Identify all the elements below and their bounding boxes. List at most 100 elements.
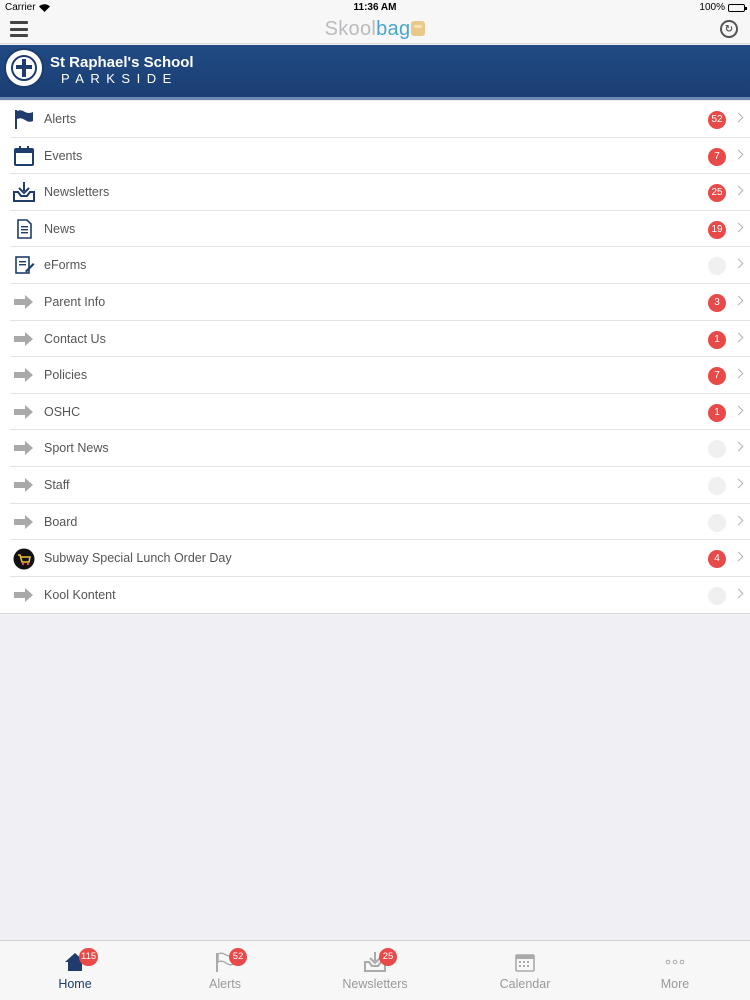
nav-bar: Skoolbag ↻ [0, 16, 750, 44]
inbox-download-icon [13, 182, 35, 203]
tab-label: More [660, 977, 690, 991]
battery-indicator: 100% [699, 2, 747, 13]
school-header: St Raphael's School PARKSIDE [0, 45, 750, 100]
list-item-label: Subway Special Lunch Order Day [44, 551, 232, 566]
list-item[interactable]: OSHC 1 [0, 394, 750, 431]
list-item[interactable]: eForms [0, 247, 750, 284]
chevron-right-icon [733, 515, 744, 525]
list-item[interactable]: Staff [0, 467, 750, 504]
list-item[interactable]: Newsletters 25 [0, 174, 750, 211]
battery-icon [728, 3, 747, 12]
school-crest-icon [4, 48, 44, 88]
list-item-label: Alerts [44, 112, 76, 126]
list-item-label: Staff [44, 477, 70, 492]
tab-more[interactable]: More [600, 941, 750, 1000]
tab-home[interactable]: 115 Home [0, 941, 150, 1000]
chevron-right-icon [733, 258, 744, 269]
list-item-label: Kool Kontent [44, 587, 116, 602]
tab-label: Home [58, 977, 92, 991]
list-item-label: Newsletters [44, 185, 110, 200]
tab-label: Newsletters [342, 977, 408, 991]
document-icon [13, 218, 35, 239]
menu-list: Alerts 52 Events 7 Newsletters 25 News 19 eForms… [0, 101, 750, 615]
arrow-icon [13, 365, 35, 385]
list-item[interactable]: Contact Us 1 [0, 321, 750, 358]
chevron-right-icon [733, 112, 744, 123]
battery-percent: 100% [699, 2, 725, 13]
arrow-icon [13, 585, 35, 605]
list-item[interactable]: Board [0, 504, 750, 541]
count-badge [708, 257, 726, 276]
calendar-icon [13, 145, 35, 166]
shopping-cart-icon [13, 548, 35, 570]
list-item-label: Parent Info [44, 294, 106, 309]
tab-badge: 115 [79, 948, 99, 966]
arrow-icon [13, 329, 35, 349]
chevron-right-icon [733, 332, 744, 343]
bag-icon [411, 21, 426, 36]
count-badge [708, 440, 726, 459]
count-badge: 1 [708, 330, 726, 349]
arrow-icon [13, 512, 35, 532]
tab-badge: 52 [229, 948, 247, 966]
status-bar: Carrier 11:36 AM 100% [0, 0, 750, 16]
sync-icon[interactable]: ↻ [720, 20, 738, 38]
list-item[interactable]: Sport News [0, 430, 750, 467]
chevron-right-icon [733, 478, 744, 489]
arrow-icon [13, 402, 35, 422]
chevron-right-icon [733, 295, 744, 306]
calendar-icon [514, 952, 536, 972]
form-icon [13, 255, 35, 275]
count-badge [708, 586, 726, 605]
list-item[interactable]: Events 7 [0, 138, 750, 175]
school-name: St Raphael's School [50, 54, 194, 71]
list-item-label: Events [44, 148, 83, 163]
count-badge: 7 [708, 367, 726, 386]
school-subtitle: PARKSIDE [61, 71, 178, 86]
list-item-label: Sport News [44, 441, 109, 456]
list-item[interactable]: Parent Info 3 [0, 284, 750, 321]
logo-text-bag: bag [376, 18, 411, 40]
chevron-right-icon [733, 368, 744, 379]
chevron-right-icon [733, 405, 744, 416]
chevron-right-icon [733, 185, 744, 196]
list-item-label: Board [44, 514, 78, 529]
status-time: 11:36 AM [353, 2, 397, 13]
tab-alerts[interactable]: 52 Alerts [150, 941, 300, 1000]
count-badge: 19 [708, 220, 726, 239]
tab-label: Alerts [209, 977, 241, 991]
chevron-right-icon [733, 149, 744, 160]
tab-badge: 25 [379, 948, 397, 966]
chevron-right-icon [733, 588, 744, 599]
chevron-right-icon [733, 441, 744, 452]
list-item[interactable]: News 19 [0, 211, 750, 248]
tab-calendar[interactable]: Calendar [450, 941, 600, 1000]
list-item-label: eForms [44, 258, 87, 273]
count-badge: 52 [708, 111, 726, 129]
list-item[interactable]: Kool Kontent [0, 577, 750, 614]
list-item[interactable]: Alerts 52 [0, 101, 750, 138]
arrow-icon [13, 438, 35, 458]
count-badge [708, 513, 726, 532]
app-logo: Skoolbag [0, 18, 750, 41]
count-badge: 4 [708, 550, 726, 569]
list-item-label: Policies [44, 368, 88, 383]
logo-text-skool: Skool [324, 18, 377, 40]
more-dots-icon [664, 952, 686, 972]
tab-label: Calendar [499, 977, 551, 991]
count-badge: 25 [708, 184, 726, 203]
arrow-icon [13, 292, 35, 312]
list-item-label: OSHC [44, 404, 81, 419]
list-item-label: Contact Us [44, 331, 106, 346]
list-item-label: News [44, 221, 76, 236]
tab-bar: 115 Home 52 Alerts 25 Newsletters Calendar More [0, 940, 750, 1000]
list-item[interactable]: Policies 7 [0, 357, 750, 394]
count-badge [708, 476, 726, 495]
count-badge: 1 [708, 403, 726, 422]
count-badge: 7 [708, 147, 726, 166]
flag-icon [13, 109, 35, 129]
arrow-icon [13, 475, 35, 495]
chevron-right-icon [733, 551, 744, 562]
list-item[interactable]: Subway Special Lunch Order Day 4 [0, 540, 750, 577]
tab-newsletters[interactable]: 25 Newsletters [300, 941, 450, 1000]
